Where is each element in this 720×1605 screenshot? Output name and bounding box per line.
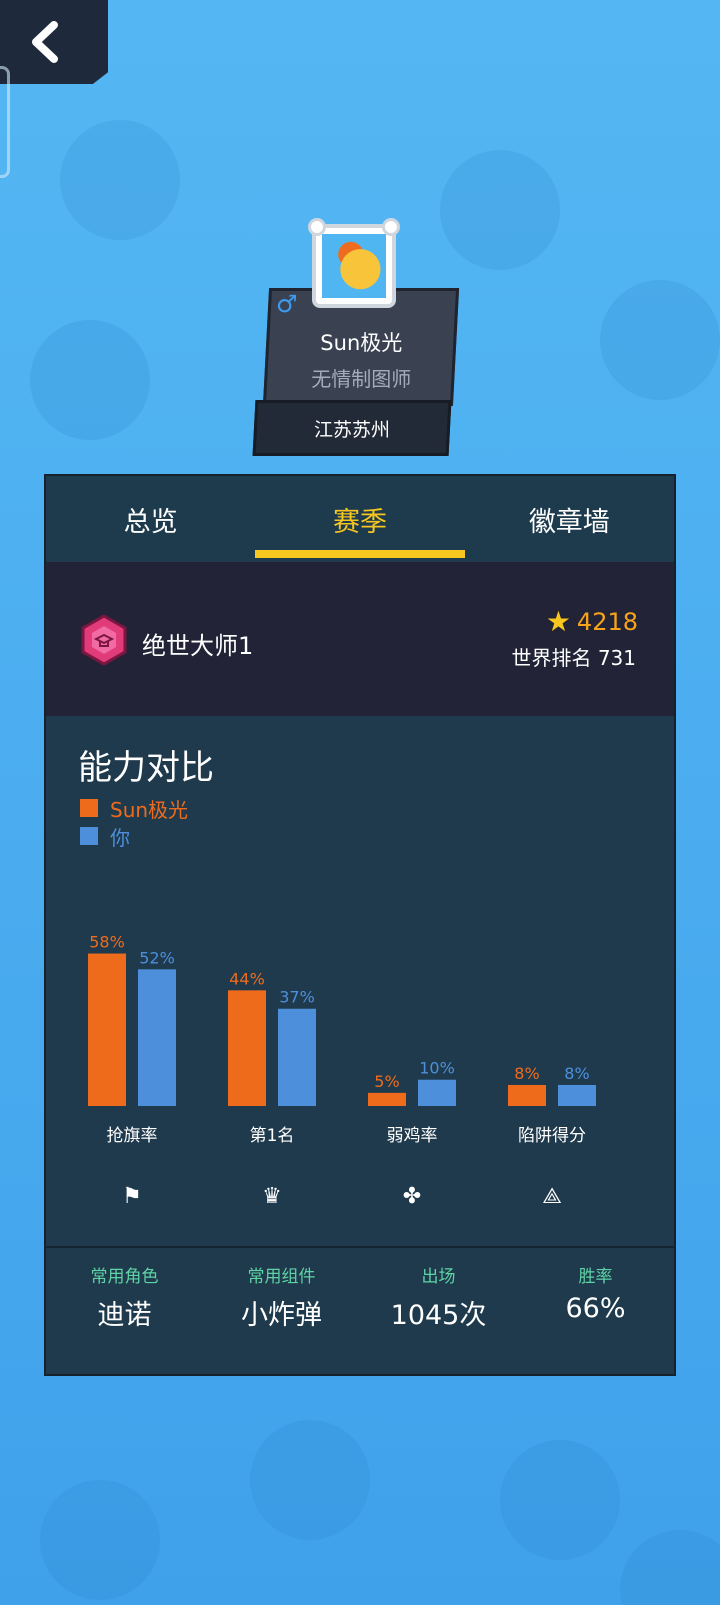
profile-card: Sun极光 无情制图师 江苏苏州 ♂ bbox=[252, 218, 466, 462]
bar-value-label: 5% bbox=[374, 1072, 399, 1091]
stat-value: 66% bbox=[565, 1293, 626, 1324]
bar-player-2 bbox=[368, 1092, 406, 1106]
stat-label: 胜率 bbox=[578, 1267, 613, 1287]
bar-player-3 bbox=[508, 1084, 546, 1106]
stat-value: 小炸弹 bbox=[241, 1300, 322, 1331]
male-icon: ♂ bbox=[276, 290, 298, 318]
stat-label: 常用角色 bbox=[90, 1267, 159, 1287]
divider bbox=[46, 1246, 674, 1248]
bar-you-3 bbox=[558, 1084, 596, 1106]
player-location: 江苏苏州 bbox=[313, 418, 390, 441]
bar-value-label: 44% bbox=[229, 969, 265, 988]
tab-season[interactable]: 赛季 bbox=[255, 476, 465, 562]
stat-win-rate: 胜率 66% bbox=[517, 1262, 674, 1332]
category-label: 弱鸡率 bbox=[387, 1126, 438, 1146]
stat-label: 出场 bbox=[421, 1267, 456, 1287]
bar-value-label: 10% bbox=[419, 1059, 455, 1078]
player-name: Sun极光 bbox=[320, 331, 403, 355]
star-icon: ★ bbox=[545, 605, 571, 638]
season-panel: 总览 赛季 徽章墙 绝世大师1 ★ 4218 世界排名 731 能力对比 Sun… bbox=[44, 474, 676, 1376]
bar-value-label: 8% bbox=[564, 1064, 589, 1083]
location-plate: 江苏苏州 bbox=[252, 400, 452, 456]
crown-icon: ♛ bbox=[262, 1184, 282, 1209]
tab-overview[interactable]: 总览 bbox=[46, 476, 255, 562]
flag-icon: ⚑ bbox=[122, 1184, 142, 1209]
stat-common-role: 常用角色 迪诺 bbox=[46, 1262, 203, 1332]
world-rank: 世界排名 731 bbox=[511, 646, 636, 670]
bar-player-0 bbox=[88, 953, 126, 1106]
bar-you-2 bbox=[418, 1079, 456, 1106]
bar-you-0 bbox=[138, 969, 176, 1106]
chart-legend: Sun极光 你 bbox=[80, 794, 188, 850]
category-label: 抢旗率 bbox=[107, 1126, 158, 1146]
rank-score: 4218 bbox=[576, 608, 638, 636]
chicken-icon: ✤ bbox=[402, 1184, 422, 1209]
category-label: 第1名 bbox=[250, 1126, 295, 1146]
trap-icon: ⟁ bbox=[542, 1184, 562, 1209]
back-button[interactable] bbox=[0, 0, 108, 84]
bar-player-1 bbox=[228, 990, 266, 1106]
avatar[interactable] bbox=[308, 218, 400, 308]
legend-swatch-you bbox=[80, 827, 98, 845]
legend-label-player: Sun极光 bbox=[110, 797, 189, 822]
rank-gem-icon bbox=[81, 614, 127, 666]
stat-appearances: 出场 1045次 bbox=[360, 1262, 517, 1332]
bar-value-label: 8% bbox=[514, 1064, 539, 1083]
bar-value-label: 37% bbox=[279, 988, 315, 1007]
bar-value-label: 52% bbox=[139, 948, 175, 967]
ability-bar-chart: 58% 52% 抢旗率 44% 37% 第1名 5% 10% 弱鸡率 8% 8% 陷阱得分 bbox=[88, 933, 596, 1146]
side-drawer-handle[interactable] bbox=[0, 66, 10, 178]
category-label: 陷阱得分 bbox=[518, 1126, 586, 1146]
bar-you-1 bbox=[278, 1008, 316, 1106]
rank-section: 绝世大师1 ★ 4218 世界排名 731 bbox=[46, 562, 674, 716]
stat-label: 常用组件 bbox=[247, 1267, 316, 1287]
player-title: 无情制图师 bbox=[311, 367, 412, 391]
bar-value-label: 58% bbox=[89, 933, 125, 952]
stat-value: 迪诺 bbox=[97, 1300, 152, 1331]
stat-common-component: 常用组件 小炸弹 bbox=[203, 1262, 360, 1332]
legend-item-player: Sun极光 bbox=[80, 794, 188, 822]
stats-row: 常用角色 迪诺 常用组件 小炸弹 出场 1045次 胜率 66% bbox=[46, 1262, 674, 1332]
compare-title: 能力对比 bbox=[78, 748, 214, 788]
avatar-image bbox=[322, 234, 386, 298]
rank-name: 绝世大师1 bbox=[142, 632, 254, 660]
score-row: ★ 4218 bbox=[545, 605, 638, 638]
tab-bar: 总览 赛季 徽章墙 bbox=[46, 476, 674, 562]
stat-value: 1045次 bbox=[390, 1300, 487, 1331]
legend-label-you: 你 bbox=[110, 825, 130, 850]
tab-badge-wall[interactable]: 徽章墙 bbox=[465, 476, 674, 562]
chevron-left-icon bbox=[32, 21, 58, 63]
legend-item-you: 你 bbox=[80, 822, 188, 850]
legend-swatch-player bbox=[80, 799, 98, 817]
